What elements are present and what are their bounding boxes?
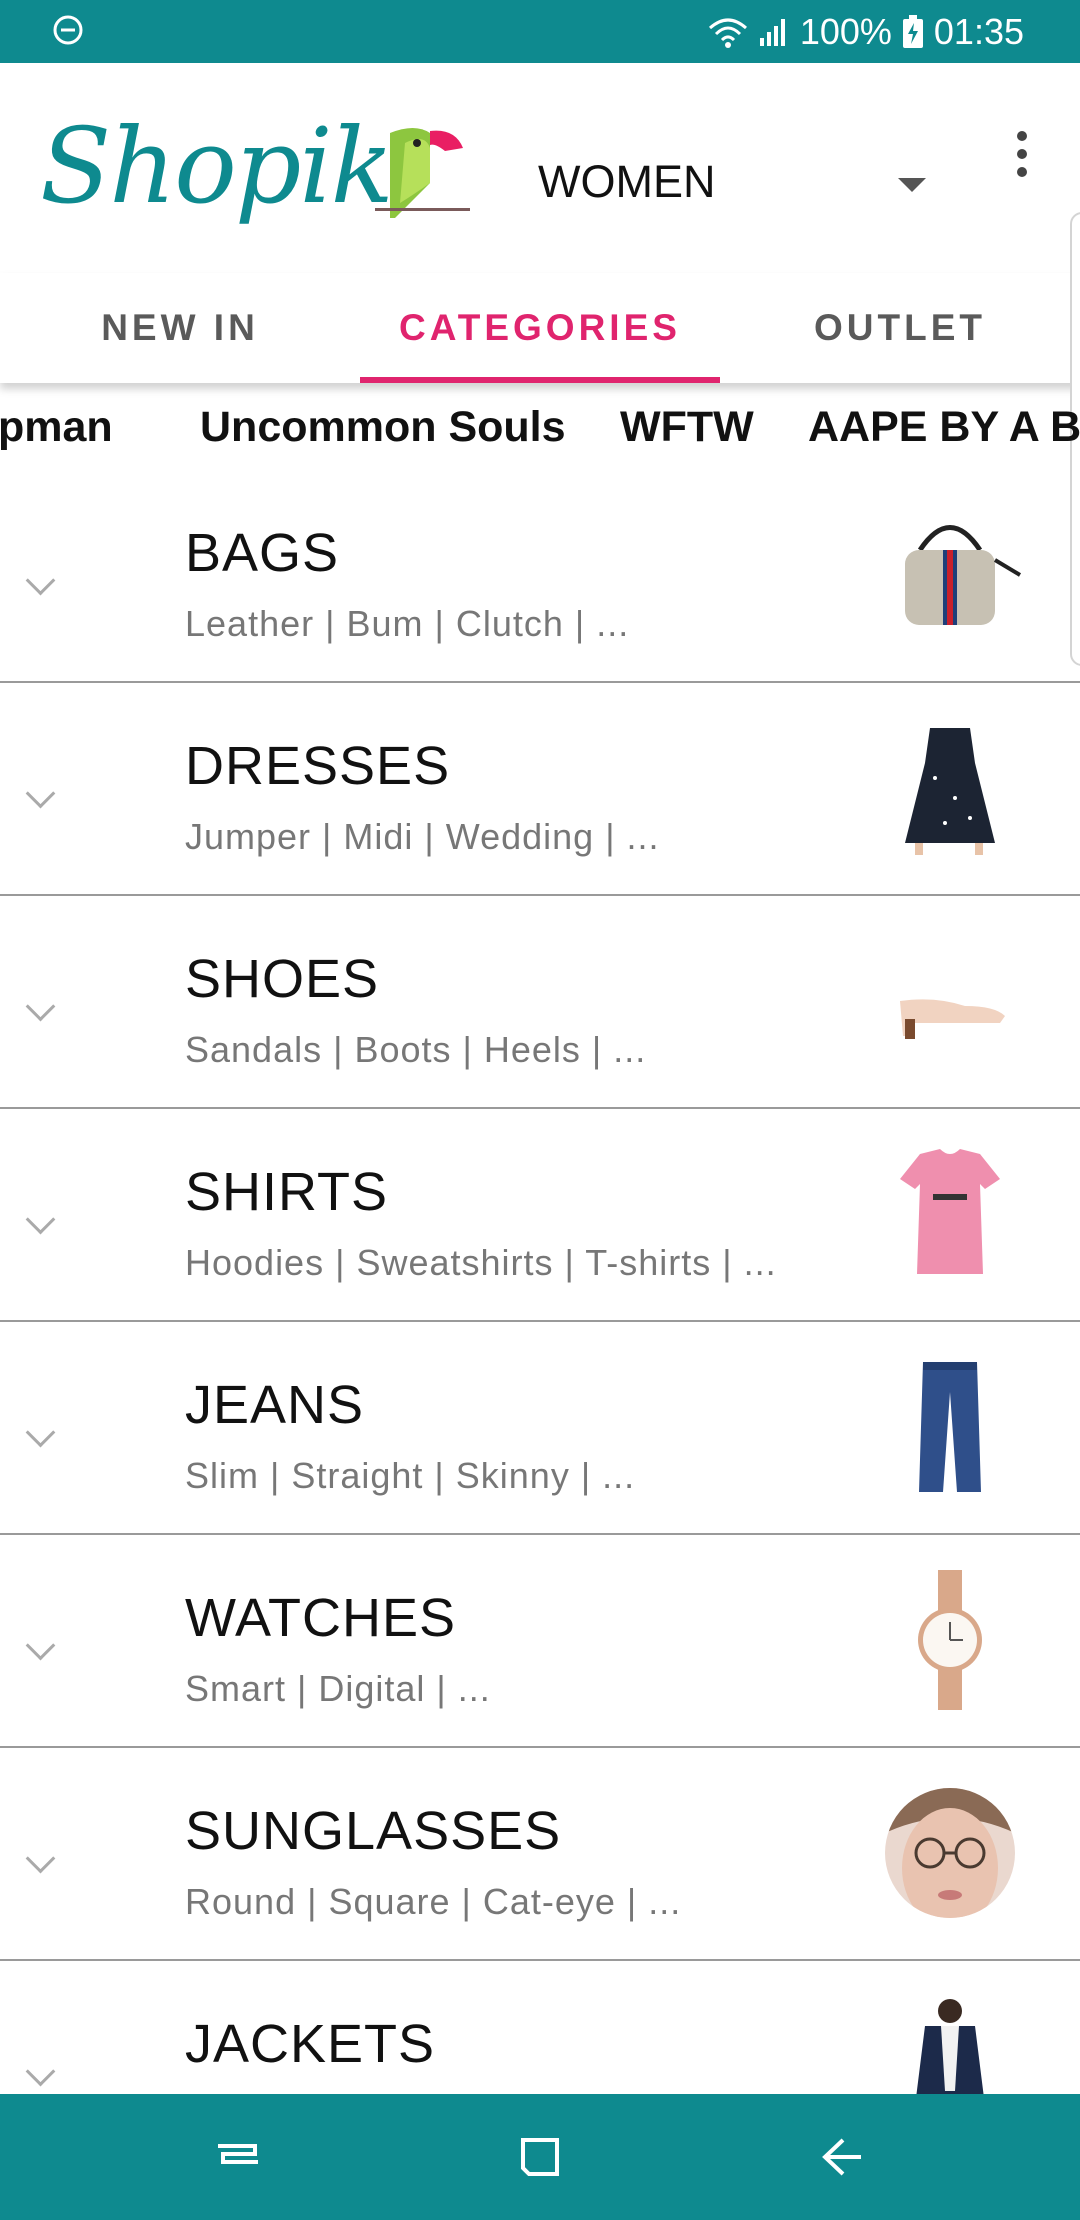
brand-item[interactable]: WFTW (620, 403, 754, 452)
category-row-shirts[interactable]: SHIRTS Hoodies | Sweatshirts | T-shirts … (0, 1109, 1080, 1322)
watch-image (918, 1570, 982, 1710)
battery-charging-icon (902, 15, 923, 48)
status-bar: 100% 01:35 (0, 0, 1080, 63)
category-row-watches[interactable]: WATCHES Smart | Digital | ... (0, 1535, 1080, 1748)
do-not-disturb-icon (53, 15, 83, 45)
brand-item[interactable]: AAPE BY A B (808, 403, 1080, 452)
tshirt-image (900, 1149, 1000, 1274)
tab-bar: NEW IN CATEGORIES OUTLET (0, 273, 1080, 383)
category-subtitle: Smart | Digital | ... (185, 1668, 491, 1709)
recent-apps-icon[interactable] (213, 2132, 263, 2182)
battery-percent: 100% (799, 11, 892, 52)
category-title: BAGS (185, 523, 340, 583)
category-row-sunglasses[interactable]: SUNGLASSES Round | Square | Cat-eye | ..… (0, 1748, 1080, 1961)
category-row-dresses[interactable]: DRESSES Jumper | Midi | Wedding | ... (0, 683, 1080, 896)
category-subtitle: Hoodies | Sweatshirts | T-shirts | ... (185, 1242, 777, 1283)
system-navigation-bar (0, 2094, 1080, 2220)
gender-label: WOMEN (538, 156, 716, 207)
gender-dropdown[interactable]: WOMEN (538, 138, 938, 228)
category-title: JACKETS (185, 2014, 436, 2074)
clock: 01:35 (933, 11, 1024, 52)
tab-outlet[interactable]: OUTLET (720, 273, 1080, 383)
signal-icon (759, 19, 785, 46)
category-row-bags[interactable]: BAGS Leather | Bum | Clutch | ... (0, 470, 1080, 683)
chevron-down-icon[interactable] (25, 1204, 56, 1235)
app-header: Shopik WOMEN (0, 63, 1080, 273)
chevron-down-icon[interactable] (25, 1417, 56, 1448)
chevron-down-icon[interactable] (25, 1843, 56, 1874)
category-subtitle: Jumper | Midi | Wedding | ... (185, 816, 660, 857)
category-title: DRESSES (185, 736, 451, 796)
dress-image (905, 728, 995, 855)
category-list: BAGS Leather | Bum | Clutch | ... DRESSE… (0, 470, 1080, 2174)
parrot-logo-icon (375, 128, 470, 218)
chevron-down-icon[interactable] (25, 1630, 56, 1661)
overflow-menu-icon[interactable] (1005, 123, 1039, 213)
tab-categories[interactable]: CATEGORIES (360, 273, 720, 383)
category-title: SHOES (185, 949, 380, 1009)
back-icon[interactable] (817, 2132, 867, 2182)
chevron-down-icon[interactable] (25, 565, 56, 596)
brand-strip[interactable]: pman Uncommon Souls WFTW AAPE BY A B (0, 383, 1080, 473)
dropdown-arrow-icon (898, 178, 926, 192)
handbag-image (905, 525, 1022, 625)
category-subtitle: Slim | Straight | Skinny | ... (185, 1455, 636, 1496)
glasses-model-image (885, 1788, 1015, 1918)
category-subtitle: Round | Square | Cat-eye | ... (185, 1881, 682, 1922)
chevron-down-icon[interactable] (25, 991, 56, 1022)
status-right: 100% 01:35 (708, 8, 1024, 56)
tab-new-in[interactable]: NEW IN (0, 273, 360, 383)
category-row-shoes[interactable]: SHOES Sandals | Boots | Heels | ... (0, 896, 1080, 1109)
brand-item[interactable]: pman (0, 403, 113, 452)
category-title: WATCHES (185, 1588, 456, 1648)
category-title: JEANS (185, 1375, 365, 1435)
category-title: SUNGLASSES (185, 1801, 562, 1861)
category-subtitle: Sandals | Boots | Heels | ... (185, 1029, 647, 1070)
chevron-down-icon[interactable] (25, 778, 56, 809)
jeans-image (919, 1362, 981, 1492)
category-title: SHIRTS (185, 1162, 389, 1222)
brand-item[interactable]: Uncommon Souls (200, 403, 566, 452)
home-icon[interactable] (515, 2132, 565, 2182)
wifi-icon (708, 18, 747, 48)
shoe-image (900, 999, 1005, 1039)
category-row-jeans[interactable]: JEANS Slim | Straight | Skinny | ... (0, 1322, 1080, 1535)
category-subtitle: Leather | Bum | Clutch | ... (185, 603, 630, 644)
app-logo: Shopik (40, 105, 394, 227)
chevron-down-icon[interactable] (25, 2056, 56, 2087)
